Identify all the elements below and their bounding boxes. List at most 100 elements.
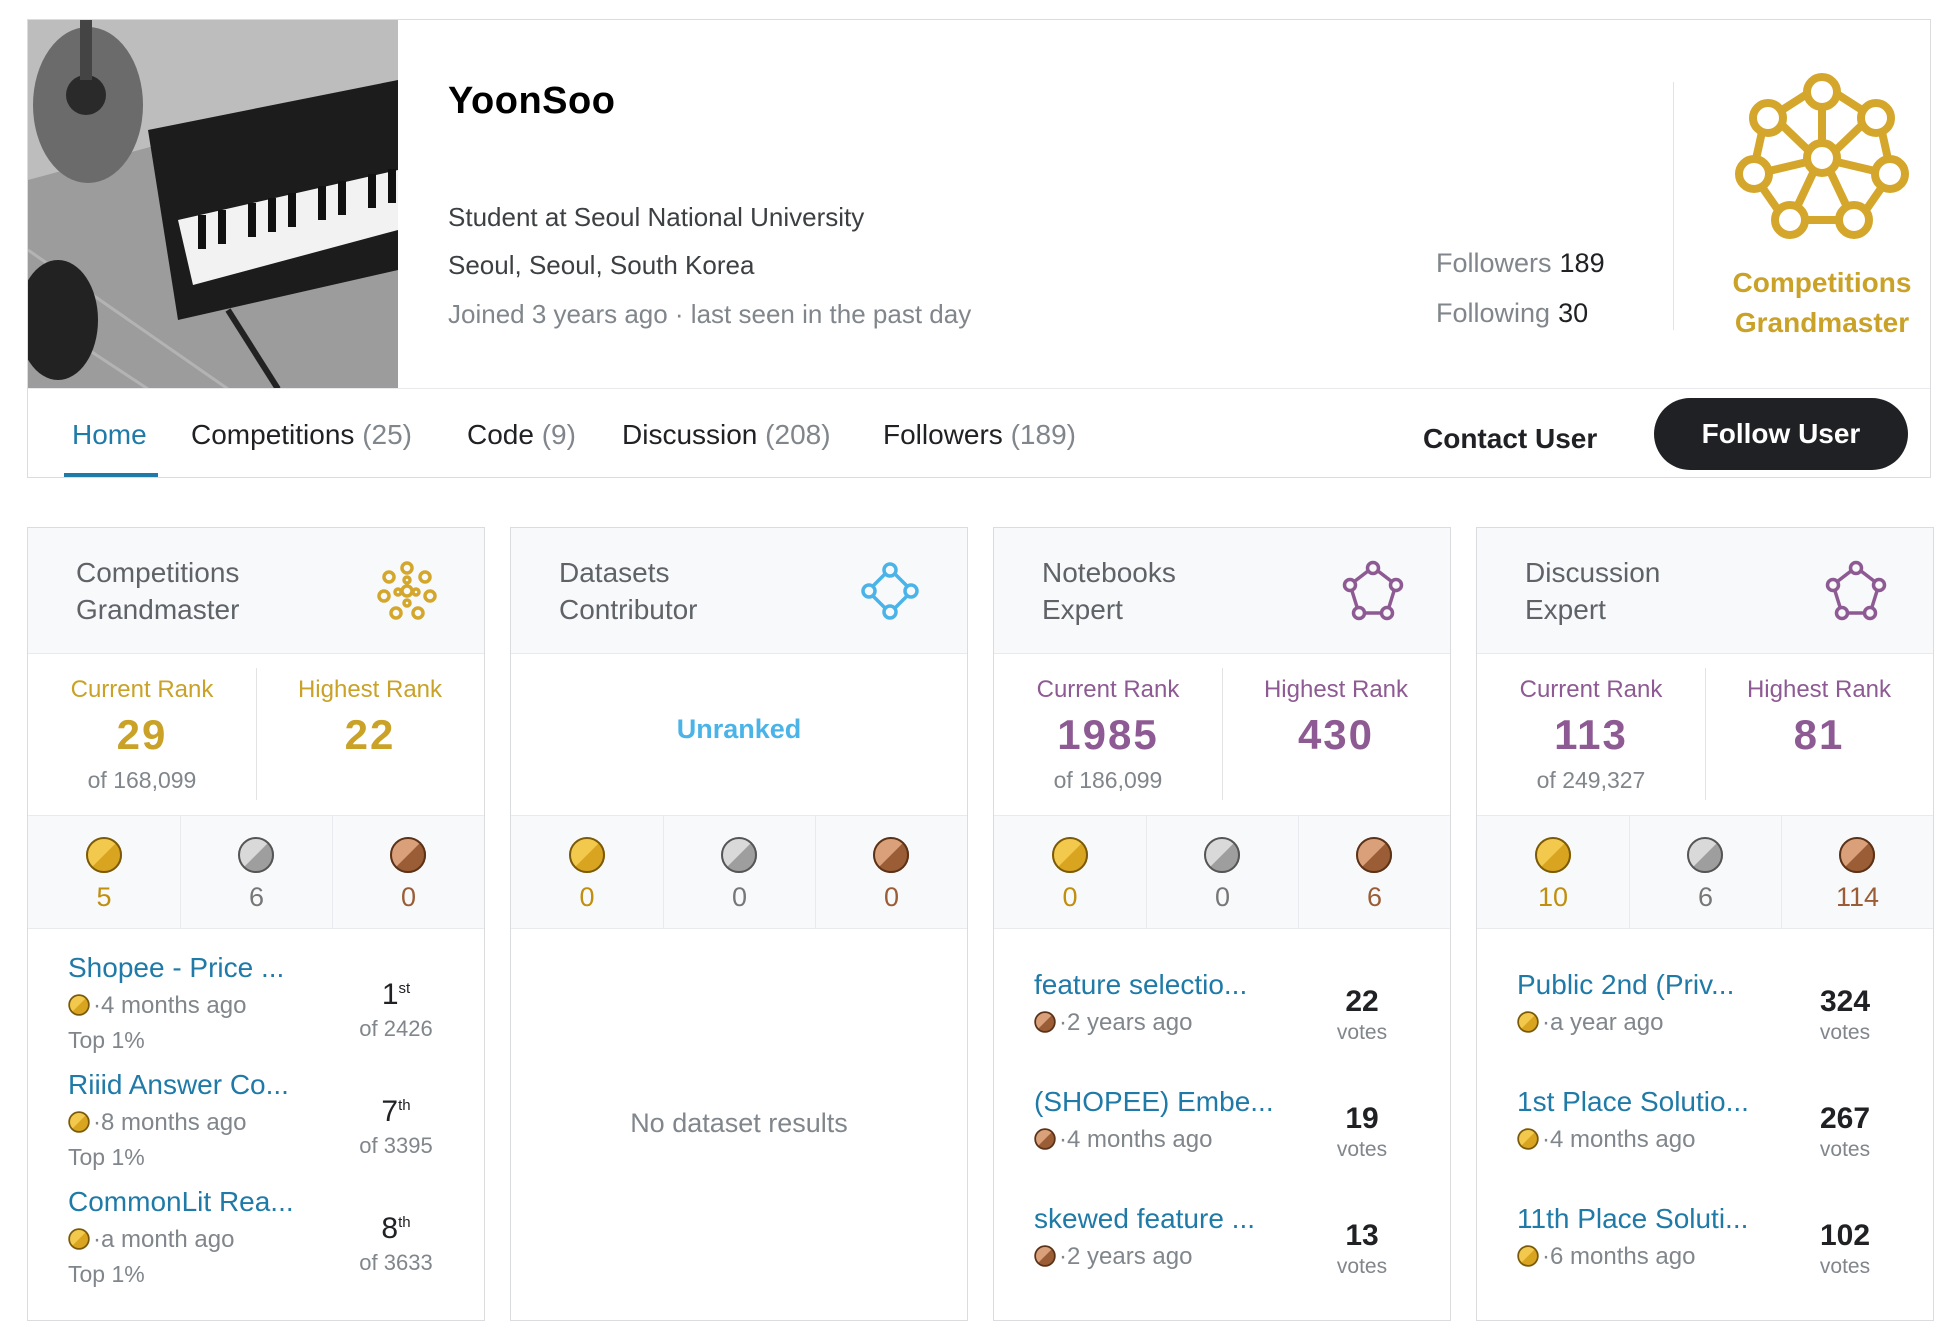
bronze-medal-icon [390, 837, 427, 873]
list-item[interactable]: skewed feature ... ·2 years ago 13 votes [1034, 1203, 1412, 1313]
following-count: 30 [1558, 298, 1589, 328]
notebook-link[interactable]: (SHOPEE) Embe... [1034, 1086, 1274, 1118]
highest-rank-label: Highest Rank [297, 676, 443, 703]
bronze-medal-count: 114 [1780, 816, 1933, 928]
rank-place-suffix: th [398, 1097, 411, 1114]
gold-medal-icon [568, 837, 605, 873]
silver-medal-count: 0 [1145, 816, 1298, 928]
discussion-link[interactable]: 11th Place Soluti... [1517, 1203, 1748, 1235]
following-stat[interactable]: Following 30 [1436, 298, 1605, 348]
silver-count-value: 6 [248, 882, 264, 912]
rank-total: of 2426 [359, 1016, 433, 1041]
item-votes: 19 votes [1312, 1102, 1412, 1162]
notebook-link[interactable]: skewed feature ... [1034, 1203, 1255, 1235]
item-time-text: 6 months ago [1550, 1243, 1696, 1270]
card-header: Discussion Expert [1477, 528, 1933, 654]
list-item[interactable]: Shopee - Price ... ·4 months ago Top 1% … [68, 952, 446, 1062]
medal-counts: 5 6 0 [28, 816, 484, 929]
notebook-link[interactable]: feature selectio... [1034, 969, 1247, 1001]
item-time-text: 8 months ago [101, 1109, 247, 1136]
tab-home-label: Home [72, 419, 147, 450]
follow-user-button[interactable]: Follow User [1654, 398, 1908, 470]
gold-medal-icon [68, 994, 90, 1016]
list-item[interactable]: feature selectio... ·2 years ago 22 votes [1034, 969, 1412, 1079]
tier-label: Competitions Grandmaster [1712, 263, 1932, 343]
votes-count: 102 [1819, 1219, 1871, 1252]
list-item[interactable]: Public 2nd (Priv... ·a year ago 324 votes [1517, 969, 1895, 1079]
list-item[interactable]: CommonLit Rea... ·a month ago Top 1% 8th… [68, 1186, 446, 1296]
rank-section: Current Rank 113 of 249,327 Highest Rank… [1477, 654, 1933, 816]
gold-medal-icon [1517, 1011, 1539, 1033]
empty-state-message: No dataset results [630, 1108, 848, 1138]
votes-count: 324 [1819, 985, 1871, 1018]
highest-rank: Highest Rank 81 [1705, 654, 1933, 815]
tab-code[interactable]: Code (9) [467, 419, 576, 451]
competition-link[interactable]: Shopee - Price ... [68, 952, 284, 984]
item-time-text: 4 months ago [101, 992, 247, 1019]
contributor-icon [861, 562, 919, 620]
list-item[interactable]: 1st Place Solutio... ·4 months ago 267 vo… [1517, 1086, 1895, 1196]
votes-count: 22 [1345, 985, 1379, 1018]
current-rank-value: 113 [1554, 711, 1628, 758]
highest-rank: Highest Rank 430 [1222, 654, 1450, 815]
current-rank: Current Rank 113 of 249,327 [1477, 654, 1705, 815]
item-votes: 102 votes [1795, 1219, 1895, 1279]
tier-label-line1: Competitions [1732, 267, 1912, 298]
discussion-link[interactable]: Public 2nd (Priv... [1517, 969, 1734, 1001]
tab-competitions[interactable]: Competitions (25) [191, 419, 412, 451]
card-header: Datasets Contributor [511, 528, 967, 654]
user-location: Seoul, Seoul, South Korea [448, 250, 755, 280]
contact-user-button[interactable]: Contact User [1413, 409, 1607, 469]
profile-tab-bar: Home Competitions (25) Code (9) Discussi… [28, 388, 1930, 478]
tab-code-count: (9) [541, 419, 576, 450]
tab-followers-label: Followers [883, 419, 1003, 450]
grandmaster-icon [377, 561, 437, 620]
bronze-count-value: 0 [883, 882, 899, 912]
competition-link[interactable]: CommonLit Rea... [68, 1186, 294, 1218]
current-rank-value: 29 [116, 711, 168, 758]
rank-place-number: 8 [381, 1212, 399, 1245]
competition-link[interactable]: Riiid Answer Co... [68, 1069, 289, 1101]
gold-count-value: 10 [1537, 882, 1569, 912]
tab-followers[interactable]: Followers (189) [883, 419, 1076, 451]
item-time: ·4 months ago [68, 992, 246, 1020]
rank-place-suffix: st [398, 980, 411, 997]
header-divider [1673, 82, 1674, 330]
followers-stat[interactable]: Followers 189 [1436, 248, 1605, 298]
item-top-percent: Top 1% [68, 1027, 145, 1053]
list-item[interactable]: 11th Place Soluti... ·6 months ago 102 vo… [1517, 1203, 1895, 1313]
user-name: YoonSoo [448, 80, 616, 122]
gold-medal-count: 0 [994, 816, 1146, 928]
tab-home[interactable]: Home [72, 419, 147, 451]
medal-counts: 0 0 6 [994, 816, 1450, 929]
item-votes: 324 votes [1795, 985, 1895, 1045]
rank-section: Current Rank 1985 of 186,099 Highest Ran… [994, 654, 1450, 816]
item-time: ·2 years ago [1034, 1243, 1192, 1271]
discussion-link[interactable]: 1st Place Solutio... [1517, 1086, 1749, 1118]
tier-badge: Competitions Grandmaster [1712, 70, 1932, 343]
card-title-line1: Datasets [559, 557, 670, 588]
votes-count: 267 [1819, 1102, 1871, 1135]
bronze-medal-icon [873, 837, 910, 873]
item-time-text: 2 years ago [1067, 1009, 1193, 1036]
card-title-line2: Expert [1525, 594, 1606, 625]
bronze-count-value: 0 [400, 882, 416, 912]
item-top-percent: Top 1% [68, 1261, 145, 1287]
tab-discussion-count: (208) [765, 419, 831, 450]
gold-medal-icon [1534, 837, 1571, 873]
silver-medal-icon [238, 837, 275, 873]
item-time-text: 4 months ago [1067, 1126, 1213, 1153]
list-item[interactable]: (SHOPEE) Embe... ·4 months ago 19 votes [1034, 1086, 1412, 1196]
tab-discussion[interactable]: Discussion (208) [622, 419, 831, 451]
current-rank-total: of 186,099 [1053, 767, 1163, 793]
card-title-line1: Notebooks [1042, 557, 1176, 588]
cover-photo [28, 20, 398, 389]
item-time: ·2 years ago [1034, 1009, 1192, 1037]
item-time-text: a year ago [1550, 1009, 1664, 1036]
bronze-medal-icon [1356, 837, 1393, 873]
list-item[interactable]: Riiid Answer Co... ·8 months ago Top 1% … [68, 1069, 446, 1179]
item-time-text: a month ago [101, 1226, 235, 1253]
expert-icon [1825, 560, 1887, 621]
rank-total: of 3395 [359, 1133, 433, 1158]
bronze-count-value: 6 [1366, 882, 1382, 912]
